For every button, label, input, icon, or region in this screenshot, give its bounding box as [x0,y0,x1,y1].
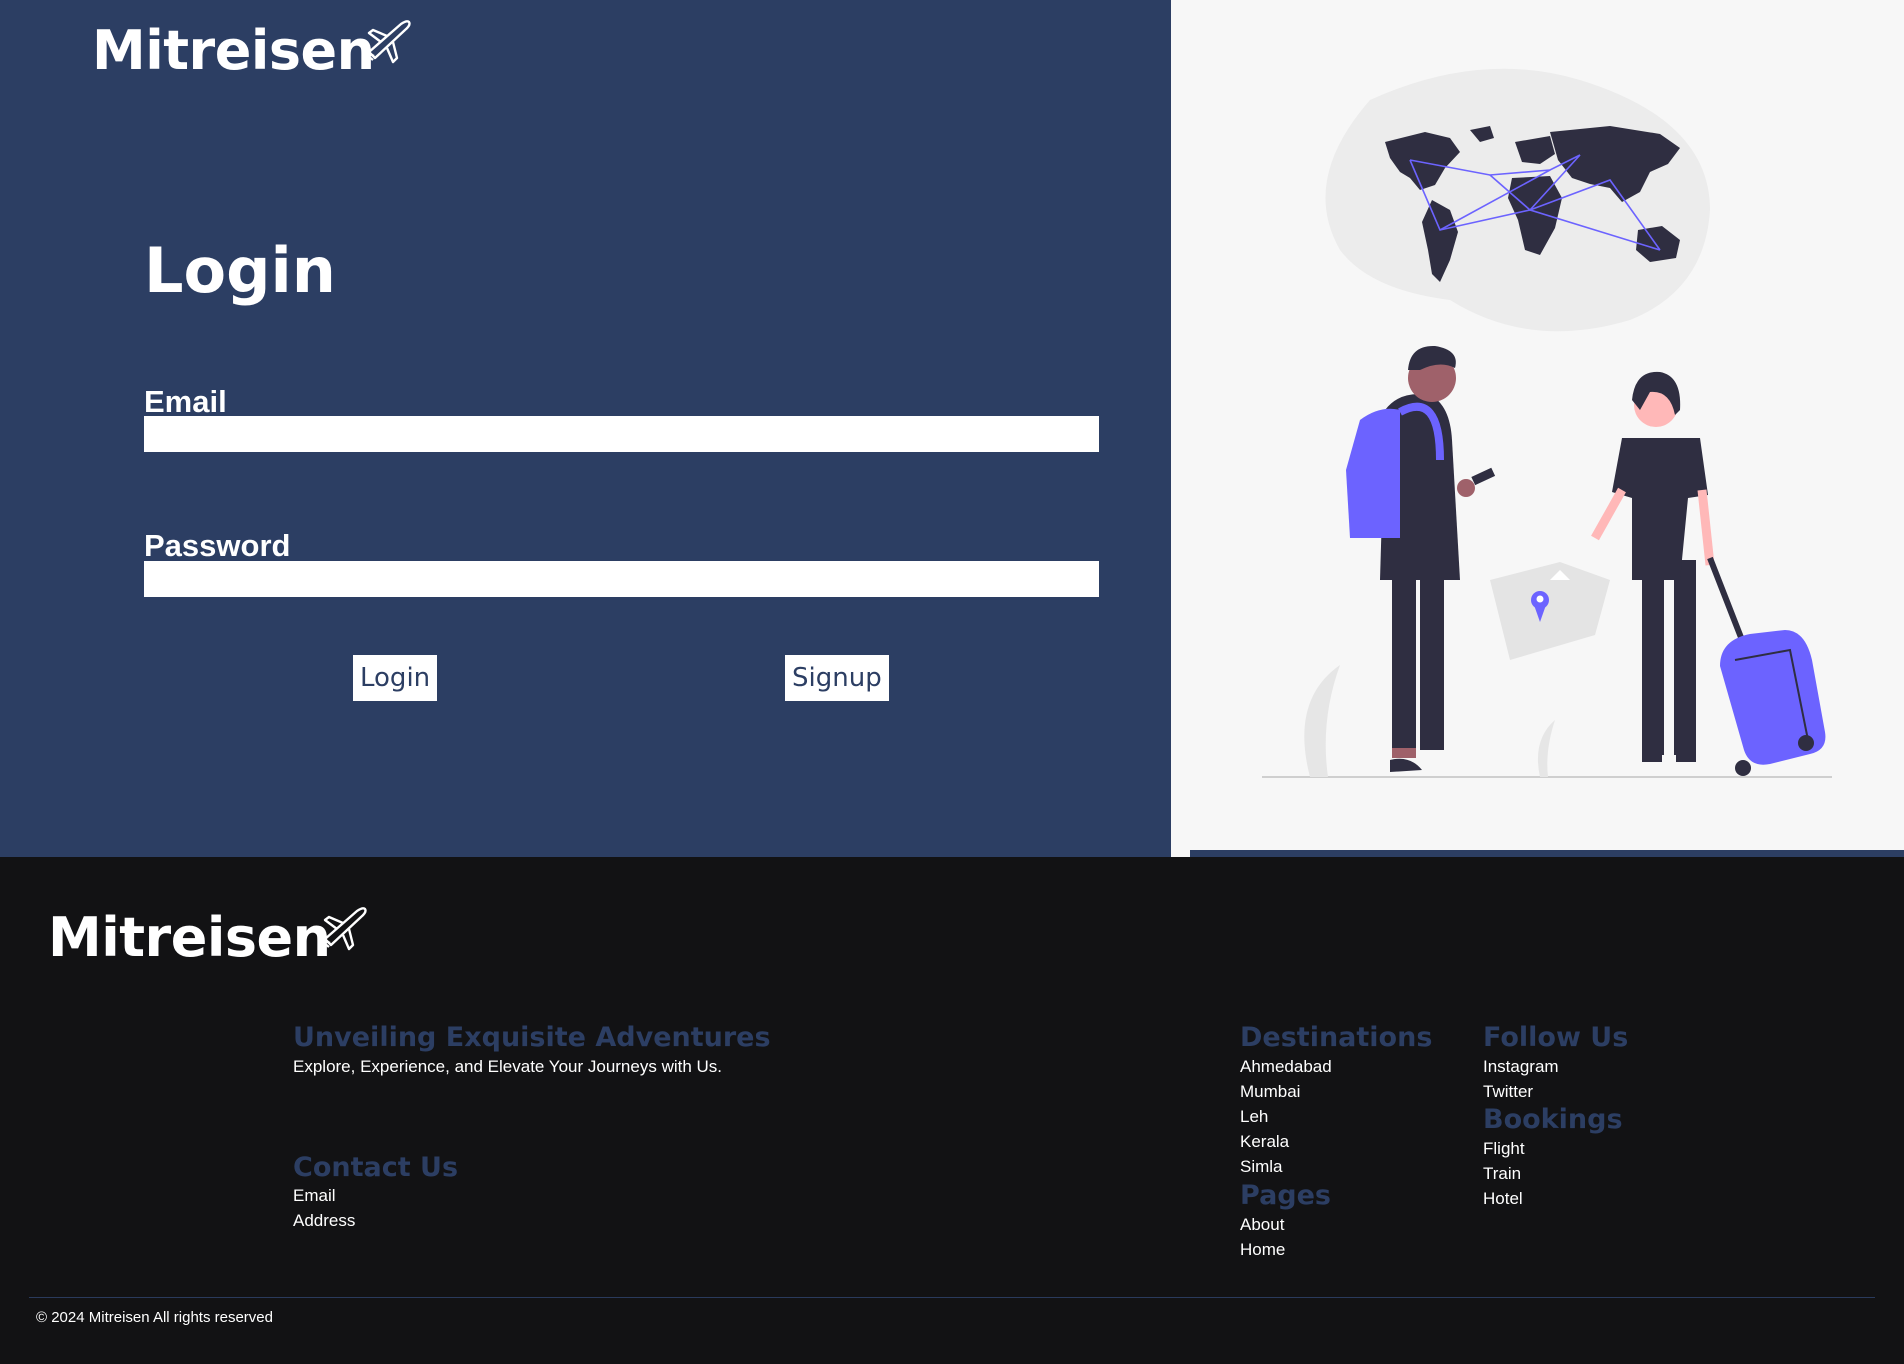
footer-logo[interactable]: Mitreisen [48,906,367,969]
footer-booking-hotel[interactable]: Hotel [1483,1190,1523,1207]
password-field[interactable] [144,561,1099,597]
plant-middle [1537,720,1555,777]
login-button[interactable]: Login [353,655,438,701]
footer-destination-kerala[interactable]: Kerala [1240,1133,1289,1150]
footer-tagline-title: Unveiling Exquisite Adventures [293,1022,771,1053]
footer-destination-leh[interactable]: Leh [1240,1108,1268,1125]
email-label: Email [144,384,227,419]
panel-divider-strip [1190,850,1904,857]
footer-brand-name: Mitreisen [48,906,331,969]
airplane-icon [322,907,367,951]
footer-destination-mumbai[interactable]: Mumbai [1240,1083,1300,1100]
travelers-world-map-illustration [1262,68,1832,778]
footer-page-home[interactable]: Home [1240,1241,1285,1258]
footer-bookings-title: Bookings [1483,1104,1623,1135]
footer-destination-ahmedabad[interactable]: Ahmedabad [1240,1058,1332,1075]
footer-destination-simla[interactable]: Simla [1240,1158,1283,1175]
footer-booking-flight[interactable]: Flight [1483,1140,1525,1157]
footer-booking-train[interactable]: Train [1483,1165,1521,1182]
footer-contact-title: Contact Us [293,1152,459,1183]
header-logo[interactable]: Mitreisen [92,19,411,82]
airplane-icon [366,20,411,64]
signup-button[interactable]: Signup [785,655,889,701]
man-traveler [1346,345,1496,772]
footer-follow-title: Follow Us [1483,1022,1629,1053]
copyright-text: © 2024 Mitreisen All rights reserved [36,1309,273,1326]
footer-contact-address[interactable]: Address [293,1212,355,1229]
footer-divider [29,1297,1875,1298]
password-label: Password [144,528,291,563]
brand-name: Mitreisen [92,19,375,82]
email-field[interactable] [144,416,1099,452]
footer-tagline-text: Explore, Experience, and Elevate Your Jo… [293,1057,723,1076]
footer-contact-email[interactable]: Email [293,1187,336,1204]
footer-page-about[interactable]: About [1240,1216,1284,1233]
woman-traveler [1591,371,1715,762]
plant-left [1304,665,1340,777]
paper-map-icon [1490,562,1610,660]
footer-destinations-title: Destinations [1240,1022,1433,1053]
suitcase-icon [1707,556,1826,776]
footer-pages-title: Pages [1240,1180,1331,1211]
login-title: Login [144,234,336,307]
footer-follow-twitter[interactable]: Twitter [1483,1083,1533,1100]
footer-follow-instagram[interactable]: Instagram [1483,1058,1559,1075]
